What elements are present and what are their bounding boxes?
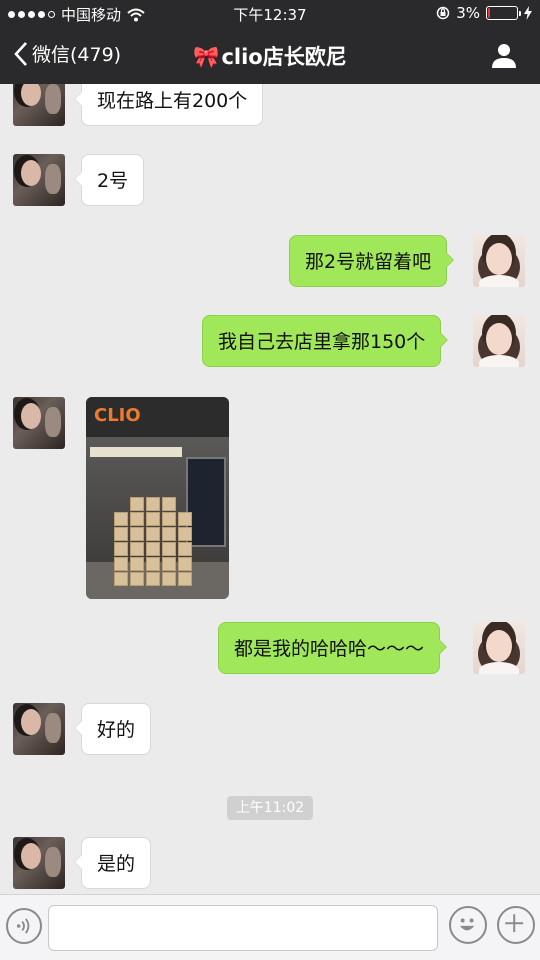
- cardboard-box: [162, 497, 176, 511]
- cardboard-box: [162, 557, 176, 571]
- cardboard-box: [146, 512, 160, 526]
- cardboard-box: [130, 557, 144, 571]
- cardboard-box: [146, 527, 160, 541]
- battery-percent: 3%: [456, 4, 480, 22]
- battery-fill: [488, 8, 490, 18]
- cardboard-box: [130, 497, 144, 511]
- cardboard-box: [146, 557, 160, 571]
- avatar-contact[interactable]: [13, 703, 65, 755]
- nav-bar: 微信(479) 🎀clio店长欧尼: [0, 28, 540, 84]
- status-right: 3%: [436, 4, 532, 22]
- cardboard-box: [162, 512, 176, 526]
- cardboard-box: [130, 572, 144, 586]
- emoji-button[interactable]: [449, 906, 487, 944]
- chat-title-text: clio店长欧尼: [221, 45, 347, 69]
- message-timestamp: 上午11:02: [227, 796, 313, 820]
- cardboard-box: [130, 542, 144, 556]
- profile-button[interactable]: [490, 41, 518, 69]
- cardboard-box: [178, 557, 192, 571]
- message-bubble-incoming[interactable]: 2号: [73, 154, 145, 206]
- avatar-self[interactable]: [473, 622, 525, 674]
- store-sign-text: CLIO: [94, 405, 141, 426]
- person-icon: [492, 44, 516, 68]
- rotation-lock-icon: [436, 6, 450, 20]
- cardboard-box: [146, 497, 160, 511]
- voice-button[interactable]: [6, 908, 42, 944]
- message-bubble-outgoing[interactable]: 那2号就留着吧: [289, 235, 455, 287]
- avatar-contact[interactable]: [13, 397, 65, 449]
- message-bubble-outgoing[interactable]: 都是我的哈哈哈～～～: [218, 622, 448, 674]
- avatar-contact[interactable]: [13, 154, 65, 206]
- message-bubble-incoming[interactable]: 是的: [73, 837, 152, 889]
- cardboard-box: [114, 527, 128, 541]
- cardboard-box: [162, 572, 176, 586]
- chat-area[interactable]: 现在路上有200个 2号 那2号就留着吧 我自己去店里拿那150个 CLIO 都…: [0, 84, 540, 894]
- plus-icon: [505, 914, 524, 933]
- cardboard-box: [146, 572, 160, 586]
- charging-icon: [524, 6, 532, 20]
- cardboard-box: [146, 542, 160, 556]
- cardboard-box: [130, 512, 144, 526]
- voice-icon: [16, 918, 30, 934]
- smiley-icon: [459, 918, 475, 931]
- message-bubble-outgoing[interactable]: 我自己去店里拿那150个: [202, 315, 449, 367]
- message-bubble-incoming[interactable]: 现在路上有200个: [73, 84, 264, 126]
- cardboard-box: [162, 527, 176, 541]
- chat-title: 🎀clio店长欧尼: [0, 41, 540, 71]
- more-options-button[interactable]: [497, 906, 535, 944]
- image-message[interactable]: CLIO: [86, 397, 229, 599]
- cardboard-box: [178, 572, 192, 586]
- cardboard-box: [178, 542, 192, 556]
- avatar-self[interactable]: [473, 235, 525, 287]
- cardboard-box: [130, 527, 144, 541]
- message-input[interactable]: [48, 905, 438, 951]
- cardboard-box: [178, 527, 192, 541]
- cardboard-box: [114, 542, 128, 556]
- cardboard-box: [162, 542, 176, 556]
- cardboard-box: [114, 512, 128, 526]
- message-bubble-incoming[interactable]: 好的: [73, 703, 152, 755]
- cardboard-box: [178, 512, 192, 526]
- status-bar: 中国移动 下午12:37 3%: [0, 0, 540, 28]
- cardboard-box: [114, 572, 128, 586]
- avatar-contact[interactable]: [13, 84, 65, 126]
- store-window: [186, 457, 226, 547]
- cardboard-box: [114, 557, 128, 571]
- store-sign: CLIO: [86, 397, 229, 437]
- input-bar: [0, 894, 540, 960]
- avatar-contact[interactable]: [13, 837, 65, 889]
- avatar-self[interactable]: [473, 315, 525, 367]
- battery-icon: [486, 6, 521, 20]
- bow-emoji: 🎀: [193, 45, 220, 69]
